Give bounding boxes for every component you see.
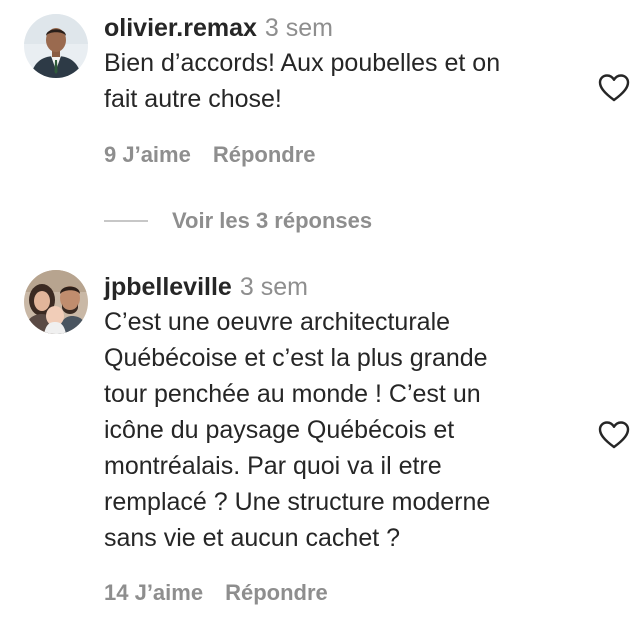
likes-count[interactable]: 9 J’aime	[104, 142, 191, 167]
heart-icon[interactable]	[598, 73, 630, 103]
comment-body: jpbelleville 3 sem C’est une oeuvre archi…	[104, 273, 574, 556]
comment-actions: 14 J’aime Répondre	[104, 580, 328, 606]
likes-count[interactable]: 14 J’aime	[104, 580, 203, 605]
timestamp: 3 sem	[264, 14, 333, 42]
comment-text-line: remplacé ? Une structure moderne	[104, 488, 491, 516]
timestamp: 3 sem	[239, 273, 308, 301]
comment-text: C’est une oeuvre architecturale Québécoi…	[104, 304, 574, 556]
comment-body: olivier.remax 3 sem Bien d’accords! Aux p…	[104, 14, 574, 117]
reply-button[interactable]: Répondre	[213, 142, 316, 167]
comment-text-line: Québécoise et c’est la plus grande	[104, 344, 488, 372]
view-replies-button[interactable]: Voir les 3 réponses	[172, 208, 372, 234]
comment-header: jpbelleville 3 sem	[104, 273, 574, 302]
reply-button[interactable]: Répondre	[225, 580, 328, 605]
avatar[interactable]	[24, 14, 88, 78]
comment-text-line: C’est une oeuvre architecturale	[104, 308, 451, 336]
view-replies-row[interactable]: Voir les 3 réponses	[104, 205, 372, 237]
comment-text-line: fait autre chose!	[104, 85, 282, 113]
comment-text-line: icône du paysage Québécois et	[104, 416, 455, 444]
replies-divider	[104, 220, 148, 222]
comment-text-line: sans vie et aucun cachet ?	[104, 524, 401, 552]
comment-text: Bien d’accords! Aux poubelles et on fait…	[104, 45, 574, 117]
comment-text-line: tour penchée au monde ! C’est un	[104, 380, 481, 408]
comment-actions: 9 J’aime Répondre	[104, 142, 316, 168]
username[interactable]: jpbelleville	[104, 273, 232, 301]
avatar[interactable]	[24, 270, 88, 334]
comment-header: olivier.remax 3 sem	[104, 14, 574, 43]
profile-photo-family-icon	[24, 270, 88, 334]
heart-icon[interactable]	[598, 420, 630, 450]
username[interactable]: olivier.remax	[104, 14, 257, 42]
profile-photo-man-suit-icon	[24, 14, 88, 78]
comment-text-line: montréalais. Par quoi va il etre	[104, 452, 442, 480]
comment-text-line: Bien d’accords! Aux poubelles et on	[104, 49, 501, 77]
